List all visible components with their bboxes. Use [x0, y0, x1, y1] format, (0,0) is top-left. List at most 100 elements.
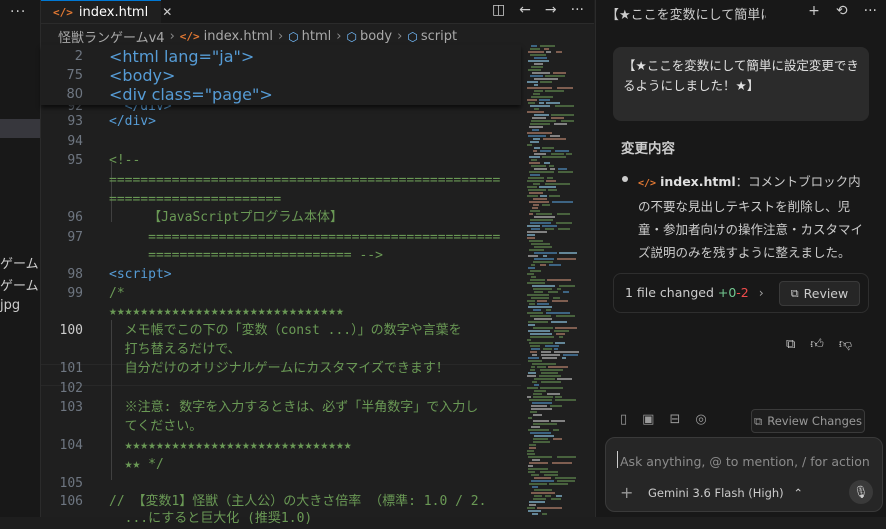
minimap-mark [531, 297, 549, 299]
code-line: ★★ */ [109, 457, 164, 472]
sticky-line[interactable]: <html lang="ja"> [109, 47, 254, 67]
minimap-mark [534, 246, 552, 248]
chat-header: 【★ここを変数にして簡単に設 + ⟲ ··· [596, 0, 886, 26]
minimap-mark [557, 213, 570, 215]
minimap-mark [528, 471, 535, 473]
editor-scrollbar[interactable] [586, 45, 594, 517]
minimap-mark [531, 366, 535, 368]
minimap-mark [533, 393, 542, 395]
minimap-mark [528, 468, 548, 470]
sticky-line[interactable]: <body> [109, 66, 175, 86]
minimap-mark [529, 342, 553, 344]
copy-icon[interactable]: ⧉ [786, 337, 795, 352]
minimap-mark [547, 279, 571, 281]
minimap-mark [527, 195, 538, 197]
line-number: 103 [59, 400, 83, 415]
explorer-item[interactable]: ゲーム... [0, 253, 40, 272]
breadcrumb-file[interactable]: index.html [204, 29, 273, 44]
thumbs-down-icon[interactable]: 👎︎ [839, 337, 852, 352]
minimap-mark [530, 336, 554, 338]
more-actions-icon[interactable]: ··· [571, 2, 584, 18]
selected-explorer-item[interactable] [0, 119, 40, 138]
minimap-mark [527, 81, 538, 83]
minimap-mark [534, 291, 543, 293]
split-editor-icon[interactable]: ◫ [492, 2, 505, 18]
chat-input[interactable] [618, 451, 872, 471]
breadcrumb-html[interactable]: html [302, 29, 332, 44]
tab-index-html[interactable]: </> index.html ✕ [41, 0, 172, 23]
add-context-icon[interactable]: + [620, 483, 633, 502]
minimap-mark [557, 87, 573, 89]
minimap-mark [545, 228, 554, 230]
minimap-mark [558, 171, 573, 173]
chat-header-actions: + ⟲ ··· [808, 3, 877, 19]
minimap-mark [528, 51, 544, 53]
breadcrumb: 怪獣ランゲームv4 › </> index.html › ⬡ html › ⬡ … [58, 27, 457, 46]
history-icon[interactable]: ⟲ [836, 3, 848, 19]
new-chat-icon[interactable]: + [808, 3, 820, 19]
minimap-mark [552, 300, 568, 302]
image-icon[interactable]: ▣ [642, 412, 654, 427]
inbox-icon[interactable]: ⊟ [669, 412, 680, 427]
minimap-mark [542, 513, 547, 515]
thumbs-up-icon[interactable]: 👍︎ [810, 337, 824, 352]
code-line: ...にすると巨大化 (推奨1.0) [109, 511, 313, 526]
go-back-icon[interactable]: ← [519, 2, 531, 18]
minimap-mark [545, 90, 564, 92]
minimap-mark [534, 108, 539, 110]
explorer-item[interactable]: ゲーム... [0, 275, 40, 294]
minimap-mark [527, 294, 549, 296]
microphone-icon[interactable]: 🎙︎ [849, 480, 873, 504]
minimap-mark [531, 492, 555, 494]
minimap-mark [555, 399, 576, 401]
minimap-mark [543, 138, 566, 140]
minimap-mark [534, 390, 546, 392]
code-line: メモ帳でこの下の「変数（const ...）」の数字や言葉を [109, 323, 462, 338]
code-line: 打ち替えるだけで、 [109, 342, 241, 357]
minimap-mark [529, 501, 545, 503]
more-icon[interactable]: ··· [864, 3, 877, 19]
minimap-mark [533, 288, 552, 290]
minimap-mark [527, 132, 552, 134]
sticky-scroll-header[interactable]: 2 <html lang="ja"> 75 <body> 80 <div class=… [41, 45, 521, 105]
changes-heading: 変更内容 [621, 141, 675, 157]
minimap-mark [527, 300, 535, 302]
additions-count: +0 [717, 285, 737, 300]
review-changes-button[interactable]: ⧉ Review Changes [751, 409, 865, 433]
minimap-mark [530, 279, 545, 281]
minimap-mark [534, 252, 557, 254]
minimap-mark [530, 123, 550, 125]
minimap-mark [533, 414, 542, 416]
minimap-mark [531, 474, 539, 476]
explorer-item[interactable]: jpg [0, 298, 20, 313]
html-file-icon: </> [638, 178, 657, 189]
chrome-icon[interactable]: ◎ [695, 412, 706, 427]
minimap-mark [533, 498, 546, 500]
minimap-mark [527, 180, 544, 182]
code-line: てください。 [109, 419, 203, 434]
close-icon[interactable]: ✕ [162, 5, 172, 19]
chevron-right-icon[interactable]: › [759, 285, 764, 300]
breadcrumb-body[interactable]: body [360, 29, 392, 44]
breadcrumb-folder[interactable]: 怪獣ランゲームv4 [58, 27, 165, 46]
code-line: 【JavaScriptプログラム本体】 [109, 210, 344, 225]
minimap-mark [533, 423, 557, 425]
minimap-mark [543, 255, 547, 257]
review-button[interactable]: ⧉ Review [779, 281, 860, 306]
minimap[interactable] [521, 45, 581, 517]
minimap-mark [559, 336, 563, 338]
code-area[interactable]: 92 </div> 93 </div> 94 95 <!-- ===========… [41, 45, 521, 526]
sticky-line[interactable]: <div class="page"> [109, 85, 273, 105]
minimap-mark [534, 318, 552, 320]
bullet-icon [622, 176, 628, 182]
more-icon[interactable]: ··· [10, 4, 26, 20]
change-file-link[interactable]: index.html [660, 174, 736, 189]
line-number: 104 [59, 438, 83, 453]
model-selector[interactable]: Gemini 3.6 Flash (High) ⌃ [648, 486, 803, 500]
file-changed-summary[interactable]: 1 file changed +0-2 › ⧉ Review [613, 273, 869, 313]
minimap-mark [533, 198, 547, 200]
breadcrumb-script[interactable]: script [421, 29, 457, 44]
file-icon[interactable]: ▯ [620, 412, 627, 427]
go-forward-icon[interactable]: → [545, 2, 557, 18]
feedback-actions: ⧉ 👍︎ 👎︎ [786, 337, 852, 352]
